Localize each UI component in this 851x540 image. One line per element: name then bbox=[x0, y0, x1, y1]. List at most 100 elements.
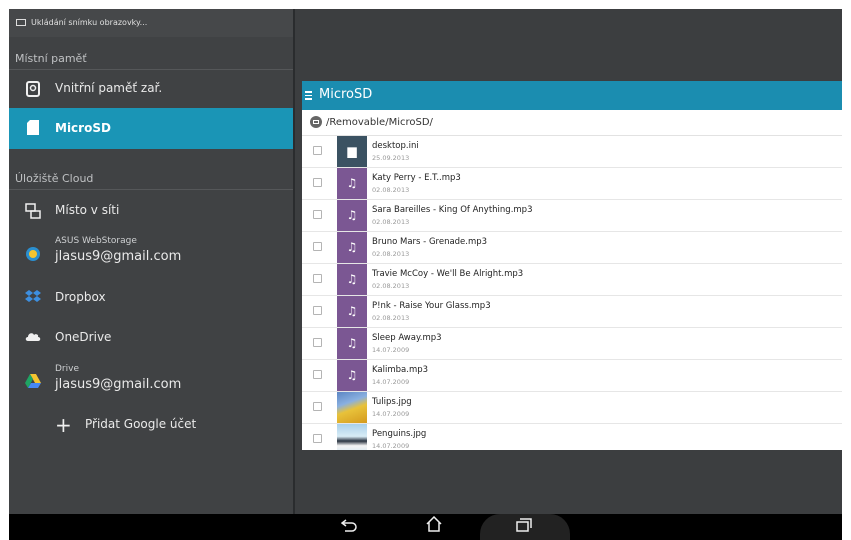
file-checkbox[interactable] bbox=[313, 242, 322, 251]
file-name: Katy Perry - E.T..mp3 bbox=[372, 173, 461, 183]
add-google-label: Přidat Google účet bbox=[85, 417, 197, 431]
service-name: ASUS WebStorage bbox=[55, 236, 137, 246]
local-storage-header: Místní paměť bbox=[15, 52, 87, 65]
network-icon bbox=[25, 203, 41, 219]
google-drive-icon bbox=[25, 374, 41, 390]
home-icon[interactable] bbox=[419, 514, 449, 540]
file-date: 14.07.2009 bbox=[372, 378, 410, 386]
divider bbox=[9, 189, 293, 190]
phone-storage-icon bbox=[25, 81, 41, 97]
file-row[interactable]: ♫ Bruno Mars - Grenade.mp3 02.08.2013 bbox=[302, 232, 842, 264]
file-date: 02.08.2013 bbox=[372, 218, 410, 226]
file-name: Penguins.jpg bbox=[372, 429, 427, 439]
file-checkbox[interactable] bbox=[313, 434, 322, 443]
music-file-icon: ♫ bbox=[346, 304, 358, 318]
file-row[interactable]: ♫ Travie McCoy - We'll Be Alright.mp3 02… bbox=[302, 264, 842, 296]
notification-text: Ukládání snímku obrazovky... bbox=[31, 18, 148, 27]
tulips-thumbnail bbox=[337, 392, 367, 423]
drawer-item-asus-webstorage[interactable]: ASUS WebStorage jlasus9@gmail.com bbox=[9, 232, 293, 276]
file-row[interactable]: ♫ Katy Perry - E.T..mp3 02.08.2013 bbox=[302, 168, 842, 200]
file-name: P!nk - Raise Your Glass.mp3 bbox=[372, 301, 491, 311]
system-navigation-bar bbox=[9, 514, 842, 540]
drawer-item-microsd[interactable]: MicroSD bbox=[9, 108, 293, 149]
file-date: 14.07.2009 bbox=[372, 346, 410, 354]
file-checkbox[interactable] bbox=[313, 402, 322, 411]
menu-icon[interactable] bbox=[305, 91, 312, 100]
file-thumbnail: ♫ bbox=[337, 200, 367, 231]
file-thumbnail: ♫ bbox=[337, 296, 367, 327]
sd-card-icon bbox=[25, 120, 41, 136]
file-list-panel: MicroSD /Removable/MicroSD/ ▆ desktop.in… bbox=[302, 81, 842, 450]
account-email: jlasus9@gmail.com bbox=[55, 249, 182, 264]
file-checkbox[interactable] bbox=[313, 274, 322, 283]
drawer-item-label: Místo v síti bbox=[55, 203, 120, 217]
file-date: 02.08.2013 bbox=[372, 250, 410, 258]
drawer-item-google-drive[interactable]: Drive jlasus9@gmail.com bbox=[9, 360, 293, 404]
panel-title: MicroSD bbox=[319, 87, 373, 102]
file-thumbnail: ♫ bbox=[337, 328, 367, 359]
recent-apps-icon[interactable] bbox=[509, 514, 539, 540]
file-thumbnail: ▆ bbox=[337, 136, 367, 167]
path-breadcrumb[interactable]: /Removable/MicroSD/ bbox=[302, 110, 842, 136]
file-thumbnail: ♫ bbox=[337, 264, 367, 295]
file-checkbox[interactable] bbox=[313, 370, 322, 379]
drawer-item-label: Dropbox bbox=[55, 290, 106, 304]
file-date: 02.08.2013 bbox=[372, 186, 410, 194]
dropbox-icon bbox=[25, 290, 41, 306]
file-name: Sleep Away.mp3 bbox=[372, 333, 442, 343]
cloud-storage-header: Úložiště Cloud bbox=[15, 172, 94, 185]
plus-icon: + bbox=[55, 413, 72, 437]
penguins-thumbnail bbox=[337, 424, 367, 450]
file-row[interactable]: ♫ Sara Bareilles - King Of Anything.mp3 … bbox=[302, 200, 842, 232]
music-file-icon: ♫ bbox=[346, 240, 358, 254]
file-row[interactable]: Penguins.jpg 14.07.2009 bbox=[302, 424, 842, 450]
file-checkbox[interactable] bbox=[313, 146, 322, 155]
file-name: Sara Bareilles - King Of Anything.mp3 bbox=[372, 205, 533, 215]
service-name: Drive bbox=[55, 364, 79, 374]
file-date: 02.08.2013 bbox=[372, 314, 410, 322]
file-date: 14.07.2009 bbox=[372, 410, 410, 418]
navigation-drawer: Ukládání snímku obrazovky... Místní pamě… bbox=[9, 9, 293, 514]
asus-webstorage-icon bbox=[25, 246, 41, 262]
file-checkbox[interactable] bbox=[313, 306, 322, 315]
drawer-item-dropbox[interactable]: Dropbox bbox=[9, 279, 293, 317]
document-icon: ▆ bbox=[347, 144, 357, 158]
music-file-icon: ♫ bbox=[346, 336, 358, 350]
screen: Ukládání snímku obrazovky... Místní pamě… bbox=[9, 9, 842, 514]
file-checkbox[interactable] bbox=[313, 338, 322, 347]
file-date: 25.09.2013 bbox=[372, 154, 410, 162]
sd-card-icon bbox=[310, 116, 322, 128]
file-row[interactable]: ♫ Kalimba.mp3 14.07.2009 bbox=[302, 360, 842, 392]
file-checkbox[interactable] bbox=[313, 178, 322, 187]
add-google-account-button[interactable]: + Přidat Google účet bbox=[9, 406, 293, 444]
account-email: jlasus9@gmail.com bbox=[55, 377, 182, 392]
drawer-item-label: Vnitřní paměť zař. bbox=[55, 81, 163, 95]
file-checkbox[interactable] bbox=[313, 210, 322, 219]
panel-header: MicroSD bbox=[302, 81, 842, 110]
file-thumbnail: ♫ bbox=[337, 232, 367, 263]
music-file-icon: ♫ bbox=[346, 272, 358, 286]
file-row[interactable]: ▆ desktop.ini 25.09.2013 bbox=[302, 136, 842, 168]
drawer-item-label: MicroSD bbox=[55, 121, 111, 135]
notification-bar: Ukládání snímku obrazovky... bbox=[9, 9, 293, 37]
screenshot-icon bbox=[16, 19, 26, 26]
file-row[interactable]: Tulips.jpg 14.07.2009 bbox=[302, 392, 842, 424]
file-name: desktop.ini bbox=[372, 141, 419, 151]
path-text: /Removable/MicroSD/ bbox=[326, 117, 433, 128]
drawer-item-onedrive[interactable]: OneDrive bbox=[9, 319, 293, 357]
file-date: 02.08.2013 bbox=[372, 282, 410, 290]
file-date: 14.07.2009 bbox=[372, 442, 410, 450]
drawer-item-internal-storage[interactable]: Vnitřní paměť zař. bbox=[9, 70, 293, 108]
file-name: Tulips.jpg bbox=[372, 397, 412, 407]
back-icon[interactable] bbox=[334, 514, 364, 540]
drawer-item-label: OneDrive bbox=[55, 330, 112, 344]
file-name: Travie McCoy - We'll Be Alright.mp3 bbox=[372, 269, 524, 279]
file-row[interactable]: ♫ P!nk - Raise Your Glass.mp3 02.08.2013 bbox=[302, 296, 842, 328]
music-file-icon: ♫ bbox=[346, 176, 358, 190]
onedrive-icon bbox=[25, 330, 41, 346]
drawer-item-network-place[interactable]: Místo v síti bbox=[9, 192, 293, 230]
file-thumbnail: ♫ bbox=[337, 168, 367, 199]
file-name: Kalimba.mp3 bbox=[372, 365, 429, 375]
file-thumbnail: ♫ bbox=[337, 360, 367, 391]
file-row[interactable]: ♫ Sleep Away.mp3 14.07.2009 bbox=[302, 328, 842, 360]
